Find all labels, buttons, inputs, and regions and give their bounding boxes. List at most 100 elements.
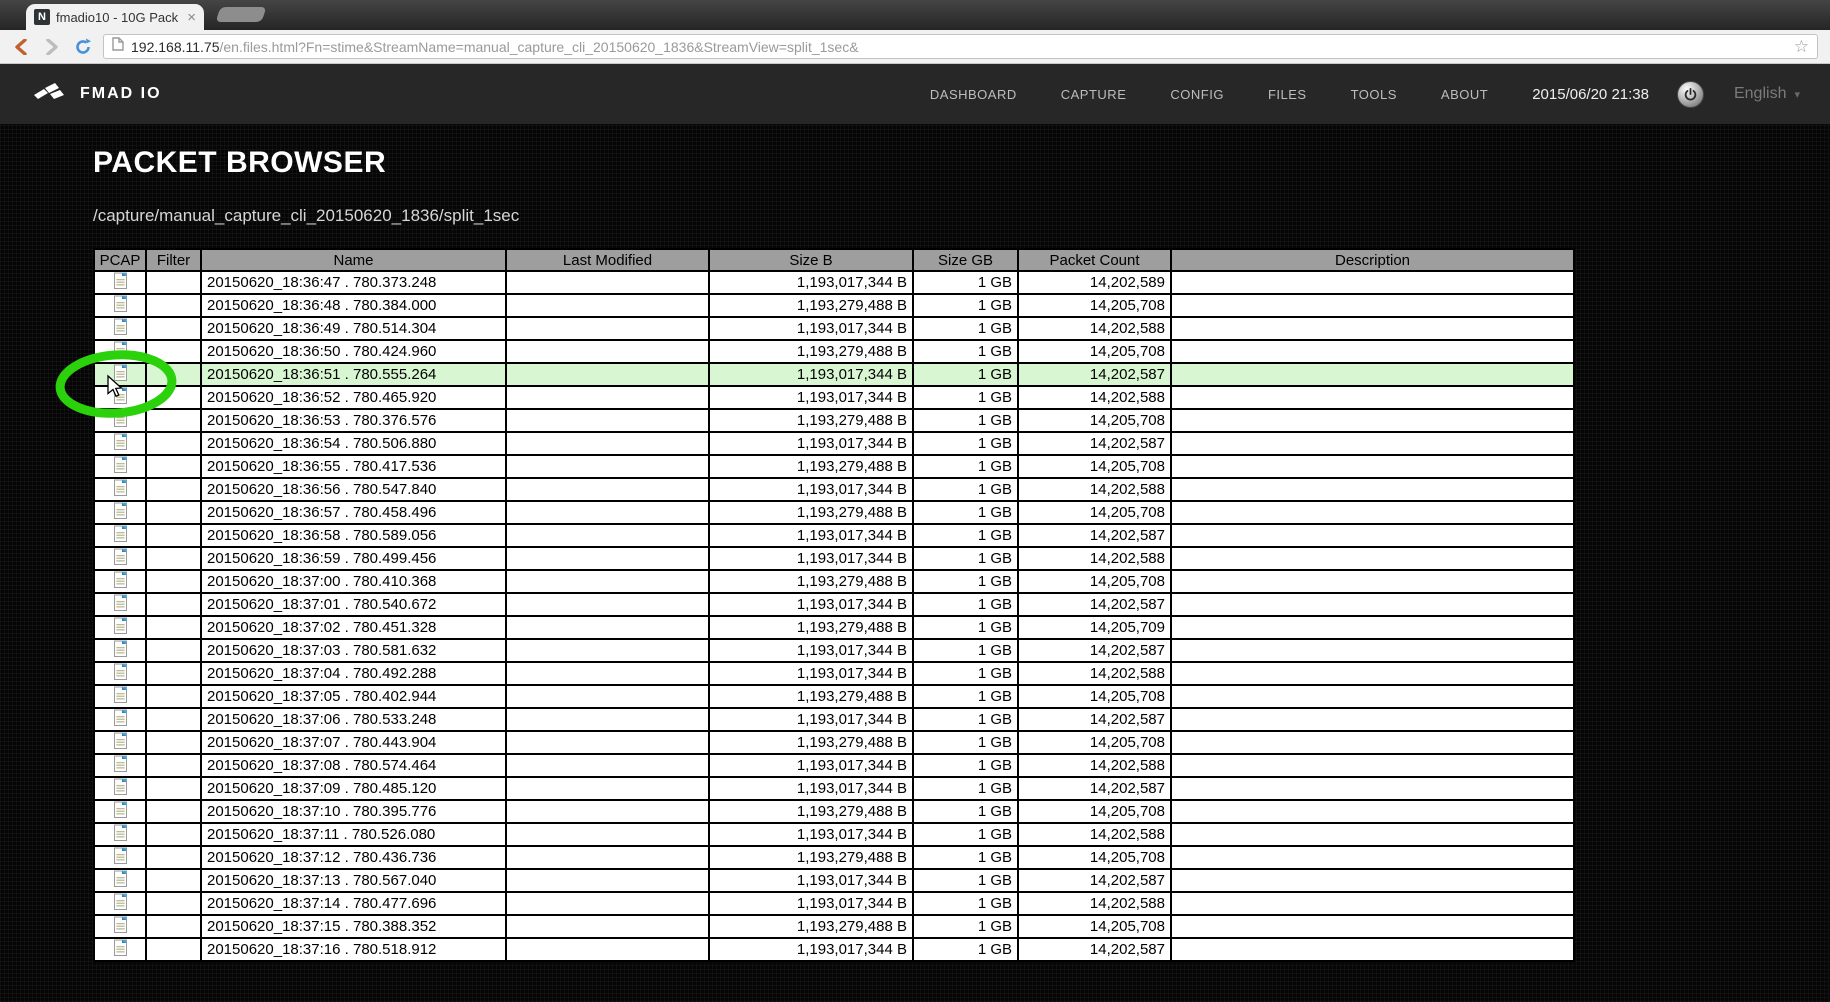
nav-link-about[interactable]: ABOUT — [1441, 87, 1488, 102]
pcap-file-icon[interactable] — [113, 640, 127, 657]
table-row[interactable]: 20150620_18:36:52 . 780.465.920 1,193,017… — [93, 385, 1575, 410]
table-row[interactable]: 20150620_18:37:06 . 780.533.248 1,193,017… — [93, 707, 1575, 732]
table-row[interactable]: 20150620_18:36:58 . 780.589.056 1,193,017… — [93, 523, 1575, 548]
name-cell[interactable]: 20150620_18:37:10 . 780.395.776 — [200, 799, 507, 824]
pcap-cell[interactable] — [93, 730, 147, 755]
tab-close-icon[interactable]: × — [187, 10, 196, 25]
nav-link-dashboard[interactable]: DASHBOARD — [930, 87, 1017, 102]
table-row[interactable]: 20150620_18:36:49 . 780.514.304 1,193,017… — [93, 316, 1575, 341]
name-cell[interactable]: 20150620_18:36:53 . 780.376.576 — [200, 408, 507, 433]
url-bar[interactable]: 192.168.11.75/en.files.html?Fn=stime&Str… — [103, 34, 1818, 59]
name-cell[interactable]: 20150620_18:37:11 . 780.526.080 — [200, 822, 507, 847]
pcap-cell[interactable] — [93, 822, 147, 847]
nav-link-config[interactable]: CONFIG — [1170, 87, 1224, 102]
pcap-file-icon[interactable] — [113, 663, 127, 680]
language-selector[interactable]: English ▾ — [1734, 85, 1800, 103]
name-cell[interactable]: 20150620_18:36:58 . 780.589.056 — [200, 523, 507, 548]
pcap-file-icon[interactable] — [113, 410, 127, 427]
pcap-file-icon[interactable] — [113, 709, 127, 726]
forward-icon[interactable] — [41, 36, 63, 58]
name-cell[interactable]: 20150620_18:36:49 . 780.514.304 — [200, 316, 507, 341]
name-cell[interactable]: 20150620_18:37:00 . 780.410.368 — [200, 569, 507, 594]
pcap-cell[interactable] — [93, 339, 147, 364]
pcap-cell[interactable] — [93, 615, 147, 640]
pcap-file-icon[interactable] — [113, 433, 127, 450]
table-row[interactable]: 20150620_18:36:47 . 780.373.248 1,193,017… — [93, 270, 1575, 295]
name-cell[interactable]: 20150620_18:37:15 . 780.388.352 — [200, 914, 507, 939]
pcap-cell[interactable] — [93, 500, 147, 525]
pcap-file-icon[interactable] — [113, 617, 127, 634]
pcap-file-icon[interactable] — [113, 594, 127, 611]
pcap-cell[interactable] — [93, 845, 147, 870]
pcap-cell[interactable] — [93, 914, 147, 939]
pcap-file-icon[interactable] — [113, 456, 127, 473]
table-row[interactable]: 20150620_18:37:04 . 780.492.288 1,193,017… — [93, 661, 1575, 686]
pcap-file-icon[interactable] — [113, 939, 127, 956]
pcap-file-icon[interactable] — [113, 479, 127, 496]
table-row[interactable]: 20150620_18:37:15 . 780.388.352 1,193,279… — [93, 914, 1575, 939]
nav-link-files[interactable]: FILES — [1268, 87, 1307, 102]
table-row[interactable]: 20150620_18:36:59 . 780.499.456 1,193,017… — [93, 546, 1575, 571]
name-cell[interactable]: 20150620_18:37:03 . 780.581.632 — [200, 638, 507, 663]
brand[interactable]: FMAD IO — [32, 80, 162, 109]
table-row[interactable]: 20150620_18:37:02 . 780.451.328 1,193,279… — [93, 615, 1575, 640]
name-cell[interactable]: 20150620_18:37:14 . 780.477.696 — [200, 891, 507, 916]
table-row[interactable]: 20150620_18:36:53 . 780.376.576 1,193,279… — [93, 408, 1575, 433]
pcap-file-icon[interactable] — [113, 571, 127, 588]
pcap-file-icon[interactable] — [113, 387, 127, 404]
pcap-cell[interactable] — [93, 868, 147, 893]
name-cell[interactable]: 20150620_18:36:59 . 780.499.456 — [200, 546, 507, 571]
pcap-cell[interactable] — [93, 523, 147, 548]
name-cell[interactable]: 20150620_18:36:56 . 780.547.840 — [200, 477, 507, 502]
table-row[interactable]: 20150620_18:37:10 . 780.395.776 1,193,279… — [93, 799, 1575, 824]
pcap-file-icon[interactable] — [113, 525, 127, 542]
pcap-cell[interactable] — [93, 937, 147, 962]
name-cell[interactable]: 20150620_18:36:47 . 780.373.248 — [200, 270, 507, 295]
pcap-file-icon[interactable] — [113, 893, 127, 910]
pcap-cell[interactable] — [93, 316, 147, 341]
pcap-cell[interactable] — [93, 753, 147, 778]
bookmark-star-icon[interactable]: ☆ — [1794, 37, 1809, 57]
column-header-filter[interactable]: Filter — [145, 248, 202, 272]
pcap-file-icon[interactable] — [113, 870, 127, 887]
name-cell[interactable]: 20150620_18:36:51 . 780.555.264 — [200, 362, 507, 387]
pcap-cell[interactable] — [93, 684, 147, 709]
back-icon[interactable] — [10, 36, 32, 58]
pcap-cell[interactable] — [93, 270, 147, 295]
pcap-file-icon[interactable] — [113, 686, 127, 703]
column-header-size-b[interactable]: Size B — [708, 248, 914, 272]
table-row[interactable]: 20150620_18:37:13 . 780.567.040 1,193,017… — [93, 868, 1575, 893]
pcap-cell[interactable] — [93, 362, 147, 387]
nav-link-capture[interactable]: CAPTURE — [1061, 87, 1127, 102]
name-cell[interactable]: 20150620_18:37:08 . 780.574.464 — [200, 753, 507, 778]
pcap-file-icon[interactable] — [113, 272, 127, 289]
name-cell[interactable]: 20150620_18:37:09 . 780.485.120 — [200, 776, 507, 801]
pcap-cell[interactable] — [93, 385, 147, 410]
pcap-file-icon[interactable] — [113, 732, 127, 749]
pcap-cell[interactable] — [93, 293, 147, 318]
name-cell[interactable]: 20150620_18:37:05 . 780.402.944 — [200, 684, 507, 709]
name-cell[interactable]: 20150620_18:36:54 . 780.506.880 — [200, 431, 507, 456]
pcap-cell[interactable] — [93, 799, 147, 824]
table-row[interactable]: 20150620_18:37:11 . 780.526.080 1,193,017… — [93, 822, 1575, 847]
table-row[interactable]: 20150620_18:37:05 . 780.402.944 1,193,279… — [93, 684, 1575, 709]
nav-link-tools[interactable]: TOOLS — [1351, 87, 1397, 102]
pcap-cell[interactable] — [93, 638, 147, 663]
new-tab-button[interactable] — [215, 7, 267, 22]
name-cell[interactable]: 20150620_18:36:55 . 780.417.536 — [200, 454, 507, 479]
column-header-description[interactable]: Description — [1170, 248, 1575, 272]
column-header-last-modified[interactable]: Last Modified — [505, 248, 710, 272]
name-cell[interactable]: 20150620_18:37:04 . 780.492.288 — [200, 661, 507, 686]
pcap-file-icon[interactable] — [113, 824, 127, 841]
browser-tab[interactable]: N fmadio10 - 10G Pack × — [26, 4, 204, 30]
pcap-cell[interactable] — [93, 431, 147, 456]
pcap-cell[interactable] — [93, 592, 147, 617]
pcap-cell[interactable] — [93, 569, 147, 594]
table-row[interactable]: 20150620_18:37:14 . 780.477.696 1,193,017… — [93, 891, 1575, 916]
table-row[interactable]: 20150620_18:37:12 . 780.436.736 1,193,279… — [93, 845, 1575, 870]
pcap-cell[interactable] — [93, 454, 147, 479]
table-row[interactable]: 20150620_18:36:55 . 780.417.536 1,193,279… — [93, 454, 1575, 479]
table-row[interactable]: 20150620_18:36:57 . 780.458.496 1,193,279… — [93, 500, 1575, 525]
table-row[interactable]: 20150620_18:37:08 . 780.574.464 1,193,017… — [93, 753, 1575, 778]
pcap-file-icon[interactable] — [113, 341, 127, 358]
